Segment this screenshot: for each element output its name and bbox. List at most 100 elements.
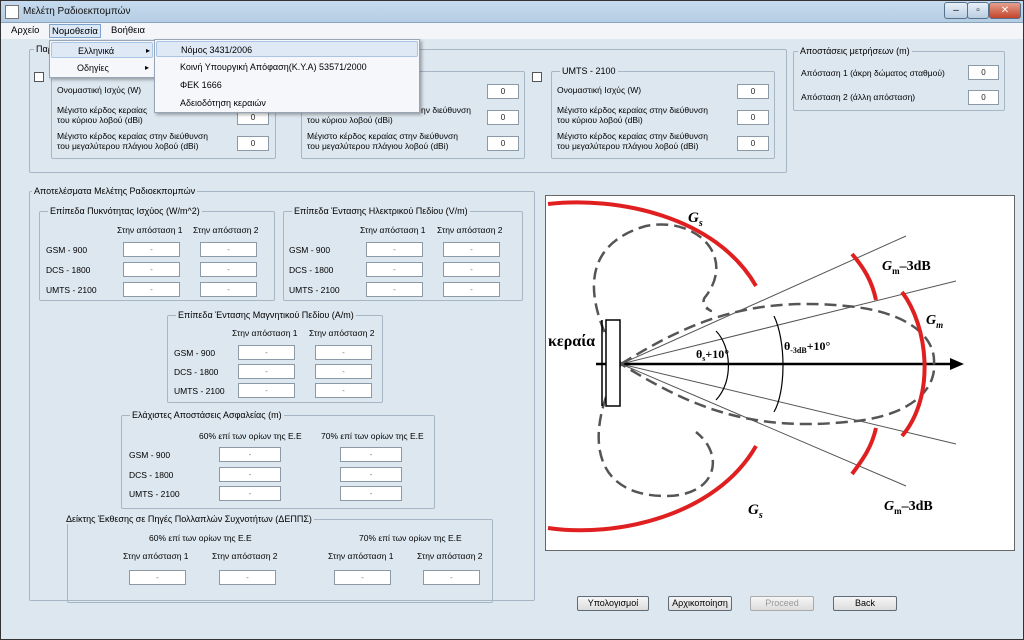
hf-gsm-d2[interactable]: - (315, 345, 372, 360)
menu-file[interactable]: Αρχείο (9, 24, 41, 38)
umts-power-label: Ονομαστική Ισχύς (W) (557, 85, 642, 95)
multi-freq-title: Δείκτης Έκθεσης σε Πηγές Πολλαπλών Συχνο… (64, 514, 314, 524)
hf-dcs-d1[interactable]: - (238, 364, 295, 379)
distance2-input[interactable]: 0 (968, 90, 999, 105)
submenu-arrow-icon: ▸ (146, 46, 151, 55)
beam-line-outer-bottom (620, 363, 907, 487)
ef-row-gsm: GSM - 900 (289, 245, 331, 255)
mf-60-d2[interactable]: - (219, 570, 276, 585)
ef-umts-d1[interactable]: - (366, 282, 423, 297)
pd-dcs-d1[interactable]: - (123, 262, 180, 277)
maximize-button[interactable]: ▫ (967, 2, 989, 19)
pd-gsm-d1[interactable]: - (123, 242, 180, 257)
reset-button[interactable]: Αρχικοποίηση (668, 596, 732, 611)
gsm-main-gain-label-2: του κύριου λοβού (dBi) (57, 115, 143, 125)
umts-main-gain-input[interactable]: 0 (737, 110, 769, 125)
menu-item-guidelines-label: Οδηγίες (77, 63, 109, 73)
sf-gsm-70[interactable]: - (340, 447, 402, 462)
pd-umts-d1[interactable]: - (123, 282, 180, 297)
ef-dcs-d1[interactable]: - (366, 262, 423, 277)
ef-gsm-d2[interactable]: - (443, 242, 500, 257)
umts-main-gain-label-2: του κύριου λοβού (dBi) (557, 115, 643, 125)
mf-c3-header: Στην απόσταση 1 (328, 551, 394, 561)
dcs-side-gain-input[interactable]: 0 (487, 136, 519, 151)
mf-60-d1[interactable]: - (129, 570, 186, 585)
umts-checkbox[interactable] (532, 72, 542, 82)
sf-umts-60[interactable]: - (219, 486, 281, 501)
ef-umts-d2[interactable]: - (443, 282, 500, 297)
ef-gsm-d1[interactable]: - (366, 242, 423, 257)
sf-gsm-60[interactable]: - (219, 447, 281, 462)
dcs-power-input[interactable]: 0 (487, 84, 519, 99)
dcs-main-gain-label-1: ην διεύθυνση (421, 105, 471, 115)
menu-item-greek[interactable]: Ελληνικά ▸ (51, 42, 153, 58)
gm3db-arc-bottom (850, 427, 878, 476)
gsm-power-label: Ονομαστική Ισχύς (W) (57, 85, 142, 95)
gs-arc-bottom (547, 445, 758, 533)
mf-70-header: 70% επί των ορίων της Ε.Ε (359, 533, 462, 543)
sf-row-umts: UMTS - 2100 (129, 489, 180, 499)
submenu-kya-53571[interactable]: Κοινή Υπουργική Απόφαση(Κ.Υ.Α) 53571/200… (156, 59, 418, 75)
title-bar[interactable]: Μελέτη Ραδιοεκπομπών – ▫ ✕ (1, 1, 1023, 23)
pd-row-umts: UMTS - 2100 (46, 285, 97, 295)
minimize-button[interactable]: – (944, 2, 968, 19)
legislation-menu: Ελληνικά ▸ Οδηγίες ▸ (49, 40, 155, 78)
gsm-side-gain-label-2: του μεγαλύτερου πλάγιου λοβού (dBi) (57, 141, 199, 151)
menu-item-guidelines[interactable]: Οδηγίες ▸ (51, 60, 153, 76)
umts-side-gain-input[interactable]: 0 (737, 136, 769, 151)
submenu-fek-1666[interactable]: ΦΕΚ 1666 (156, 77, 418, 93)
hf-gsm-d1[interactable]: - (238, 345, 295, 360)
menu-legislation[interactable]: Νομοθεσία (49, 24, 101, 38)
umts-power-input[interactable]: 0 (737, 84, 769, 99)
submenu-antenna-licensing[interactable]: Αδειοδότηση κεραιών (156, 95, 418, 111)
pd-umts-d2[interactable]: - (200, 282, 257, 297)
menu-help[interactable]: Βοήθεια (109, 24, 147, 38)
gsm-main-gain-label-1: Μέγιστο κέρδος κεραίας (57, 105, 148, 115)
mf-c2-header: Στην απόσταση 2 (212, 551, 278, 561)
hf-umts-d1[interactable]: - (238, 383, 295, 398)
umts-side-gain-label-1: Μέγιστο κέρδος κεραίας στην διεύθυνση (557, 131, 709, 141)
dcs-side-gain-label-1: Μέγιστο κέρδος κεραίας στην διεύθυνση (307, 131, 459, 141)
hf-umts-d2[interactable]: - (315, 383, 372, 398)
pd-dcs-d2[interactable]: - (200, 262, 257, 277)
dcs-main-gain-label-2: του κύριου λοβού (dBi) (307, 115, 393, 125)
hf-dcs-d2[interactable]: - (315, 364, 372, 379)
gsm-side-gain-input[interactable]: 0 (237, 136, 269, 151)
gm-label: Gm (926, 313, 943, 330)
hfield-title: Επίπεδα Έντασης Μαγνητικού Πεδίου (A/m) (176, 310, 356, 320)
gs-label-bottom: Gs (748, 502, 763, 521)
sf-dcs-70[interactable]: - (340, 467, 402, 482)
hf-col1-header: Στην απόσταση 1 (232, 328, 298, 338)
antenna-body (605, 319, 621, 407)
distance2-label: Απόσταση 2 (άλλη απόσταση) (801, 92, 916, 102)
angle-label-sidelobe: θs+10° (696, 347, 729, 363)
dcs-side-gain-label-2: του μεγαλύτερου πλάγιου λοβού (dBi) (307, 141, 449, 151)
pd-gsm-d2[interactable]: - (200, 242, 257, 257)
mf-70-d2[interactable]: - (423, 570, 480, 585)
sf-umts-70[interactable]: - (340, 486, 402, 501)
submenu-arrow-icon: ▸ (145, 63, 150, 72)
back-button[interactable]: Back (833, 596, 897, 611)
gm3db-arc-top (850, 252, 878, 301)
ef-row-dcs: DCS - 1800 (289, 265, 334, 275)
submenu-law-3431[interactable]: Νόμος 3431/2006 (156, 41, 418, 57)
safety-title: Ελάχιστες Αποστάσεις Ασφαλείας (m) (130, 410, 284, 420)
mf-60-header: 60% επί των ορίων της Ε.Ε (149, 533, 252, 543)
hf-row-umts: UMTS - 2100 (174, 386, 225, 396)
proceed-button[interactable]: Proceed (750, 596, 814, 611)
greek-legislation-submenu: Νόμος 3431/2006 Κοινή Υπουργική Απόφαση(… (154, 39, 420, 113)
ef-dcs-d2[interactable]: - (443, 262, 500, 277)
calculate-button[interactable]: Υπολογισμοί (577, 596, 649, 611)
multi-freq-group: Δείκτης Έκθεσης σε Πηγές Πολλαπλών Συχνο… (64, 514, 493, 603)
mf-c1-header: Στην απόσταση 1 (123, 551, 189, 561)
antenna-label: κεραία (548, 333, 595, 350)
distance1-input[interactable]: 0 (968, 65, 999, 80)
distances-title: Αποστάσεις μετρήσεων (m) (798, 46, 912, 56)
close-button[interactable]: ✕ (989, 2, 1021, 19)
menu-item-greek-label: Ελληνικά (78, 46, 115, 56)
sf-row-dcs: DCS - 1800 (129, 470, 174, 480)
dcs-main-gain-input[interactable]: 0 (487, 110, 519, 125)
mf-70-d1[interactable]: - (334, 570, 391, 585)
sf-dcs-60[interactable]: - (219, 467, 281, 482)
gsm-checkbox[interactable] (34, 72, 44, 82)
